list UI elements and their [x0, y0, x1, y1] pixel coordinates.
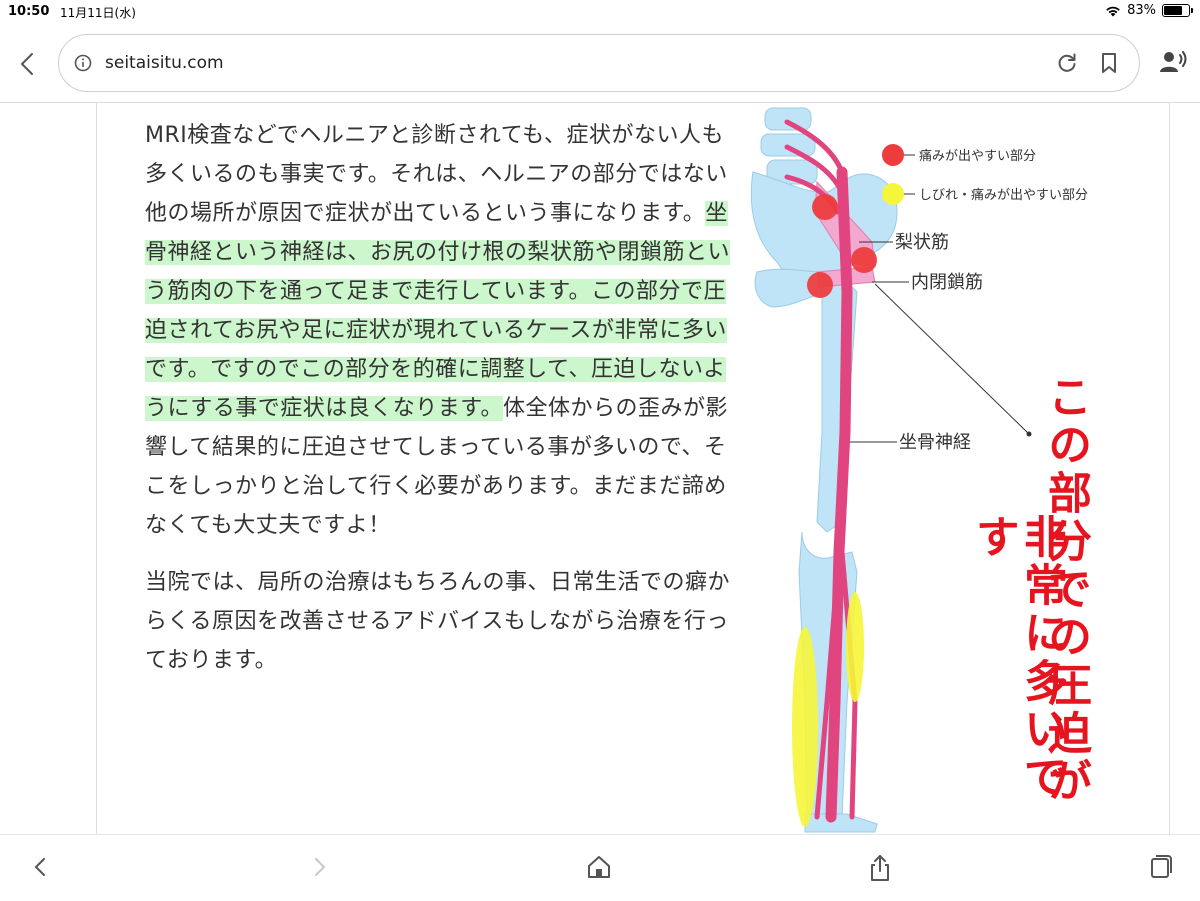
label-sciatic: 坐骨神経 — [899, 432, 971, 453]
numbness-zone-shin — [846, 592, 864, 702]
bottom-toolbar — [0, 834, 1200, 901]
article-text: MRI検査などでヘルニアと診断されても、症状がない人も多くいるのも事実です。それ… — [145, 116, 731, 698]
battery-icon — [1162, 4, 1193, 17]
reader-icon[interactable] — [1158, 50, 1188, 74]
status-time: 10:50 — [8, 4, 50, 19]
status-right: 83% — [1105, 3, 1193, 18]
legend-red-label: 痛みが出やすい部分 — [919, 148, 1036, 164]
paragraph-1-intro: MRI検査などでヘルニアと診断されても、症状がない人も多くいるのも事実です。それ… — [145, 123, 728, 226]
legend-yellow-dot — [882, 183, 904, 205]
legend-red-dot — [882, 144, 904, 166]
paragraph-2: 当院では、局所の治療はもちろんの事、日常生活での癖からくる原因を改善させるアドバ… — [145, 570, 731, 673]
callout-pointer — [874, 283, 1030, 435]
browser-toolbar: seitaisitu.com — [0, 24, 1200, 103]
battery-fill — [1164, 6, 1183, 15]
label-obturator: 内閉鎖筋 — [911, 272, 983, 293]
back-icon[interactable] — [14, 50, 42, 78]
highlighted-text: 坐骨神経という神経は、お尻の付け根の梨状筋や閉鎖筋という筋肉の下を通って足まで走… — [145, 201, 731, 421]
legend-yellow-label: しびれ・痛みが出やすい部分 — [919, 187, 1088, 203]
paragraph-1: MRI検査などでヘルニアと診断されても、症状がない人も多くいるのも事実です。それ… — [145, 116, 731, 545]
wifi-icon — [1106, 6, 1120, 16]
address-bar[interactable]: seitaisitu.com — [58, 34, 1140, 92]
pain-spot-lower — [807, 272, 833, 298]
back-nav-icon[interactable] — [28, 853, 52, 881]
forward-icon[interactable] — [308, 853, 332, 881]
bookmark-icon[interactable] — [1097, 51, 1121, 75]
url-text[interactable]: seitaisitu.com — [105, 53, 224, 73]
battery-percent: 83% — [1127, 3, 1156, 18]
status-bar: 10:50 11月11日(水) 83% — [0, 0, 1200, 24]
share-icon[interactable] — [867, 853, 893, 883]
home-icon[interactable] — [586, 853, 612, 881]
numbness-zone-calf — [792, 627, 818, 827]
pain-spot-upper — [812, 194, 838, 220]
info-icon[interactable] — [73, 53, 93, 73]
callout-column-2: 非常に多いです — [968, 514, 1067, 802]
reload-icon[interactable] — [1055, 51, 1079, 75]
tabs-icon[interactable] — [1148, 853, 1174, 881]
status-date: 11月11日(水) — [60, 6, 136, 20]
pain-spot-middle — [851, 247, 877, 273]
sciatic-nerve-illustration: 痛みが出やすい部分 しびれ・痛みが出やすい部分 梨状筋 内閉鎖筋 坐骨神経 — [750, 107, 1088, 833]
page-content[interactable]: MRI検査などでヘルニアと診断されても、症状がない人も多くいるのも事実です。それ… — [96, 102, 1170, 834]
label-piriformis: 梨状筋 — [895, 232, 949, 253]
